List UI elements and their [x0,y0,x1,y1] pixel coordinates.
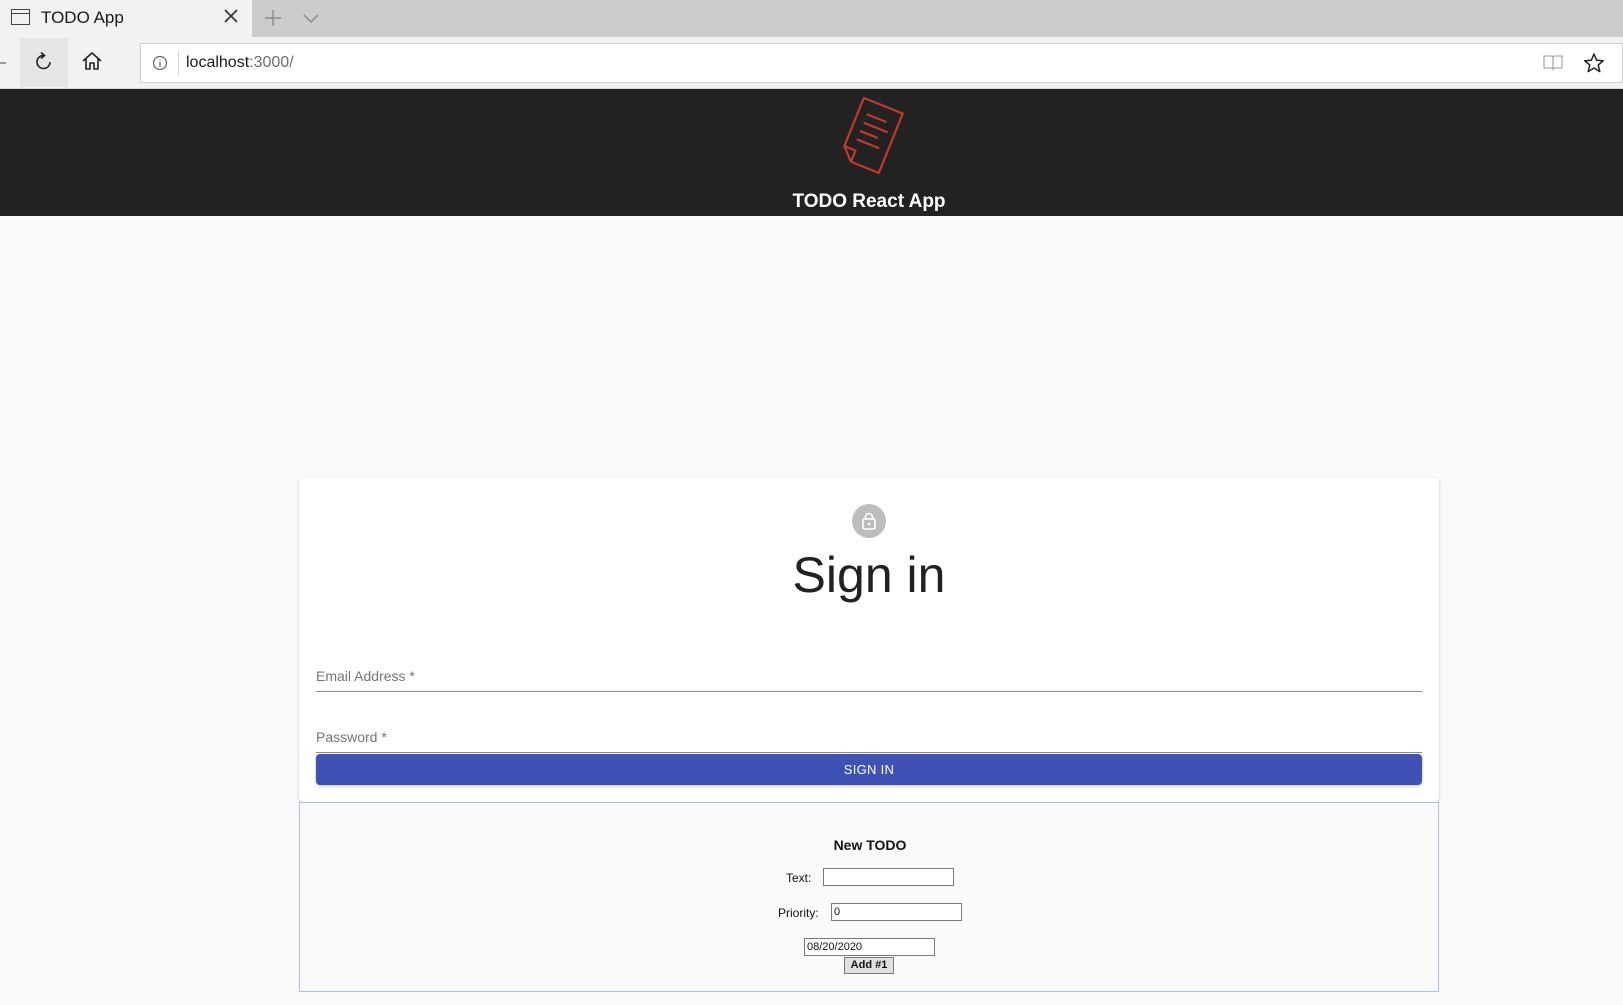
add-todo-button[interactable]: Add #1 [844,957,894,974]
document-todo-icon [843,96,904,175]
info-icon[interactable] [152,55,168,71]
browser-tab-strip: TODO App [0,0,1623,37]
page-icon [11,9,30,25]
browser-nav-bar: localhost:3000/ [0,37,1623,89]
date-input[interactable]: 08/20/2020 [804,938,935,956]
new-todo-title: New TODO [833,837,907,853]
chevron-down-icon[interactable] [300,7,322,29]
app-title: TODO React App [792,191,946,212]
email-label: Email Address * [316,668,415,684]
password-label: Password * [316,729,387,745]
url-path: :3000/ [249,54,294,71]
sign-in-button[interactable]: SIGN IN [316,754,1422,785]
url-host: localhost [186,54,250,71]
back-arrow-icon[interactable] [0,58,6,68]
url-text[interactable]: localhost:3000/ [186,54,294,72]
address-divider [178,50,179,76]
text-input[interactable] [823,868,954,886]
new-todo-form: New TODO Text: Priority: 0 08/20/2020 Ad… [299,802,1439,992]
email-field[interactable]: Email Address * [316,656,1422,692]
browser-tab[interactable]: TODO App [0,0,252,37]
favorite-star-icon[interactable] [1583,52,1605,74]
signin-card: Sign in Email Address * Password * SIGN … [299,478,1439,802]
password-field[interactable]: Password * [316,717,1422,753]
avatar [852,504,886,538]
refresh-icon [36,51,51,70]
close-icon[interactable] [222,7,240,25]
page-title: Sign in [792,547,946,603]
reading-view-icon[interactable] [1542,53,1564,73]
home-icon[interactable] [80,49,104,73]
address-bar[interactable]: localhost:3000/ [140,43,1623,83]
priority-input[interactable]: 0 [831,903,962,921]
app-header: TODO React App [0,89,1623,216]
priority-label: Priority: [778,906,819,920]
tab-title: TODO App [41,8,124,27]
new-tab-icon[interactable] [262,7,284,29]
refresh-button[interactable] [20,38,68,87]
text-label: Text: [786,871,812,885]
lock-icon [862,512,876,530]
